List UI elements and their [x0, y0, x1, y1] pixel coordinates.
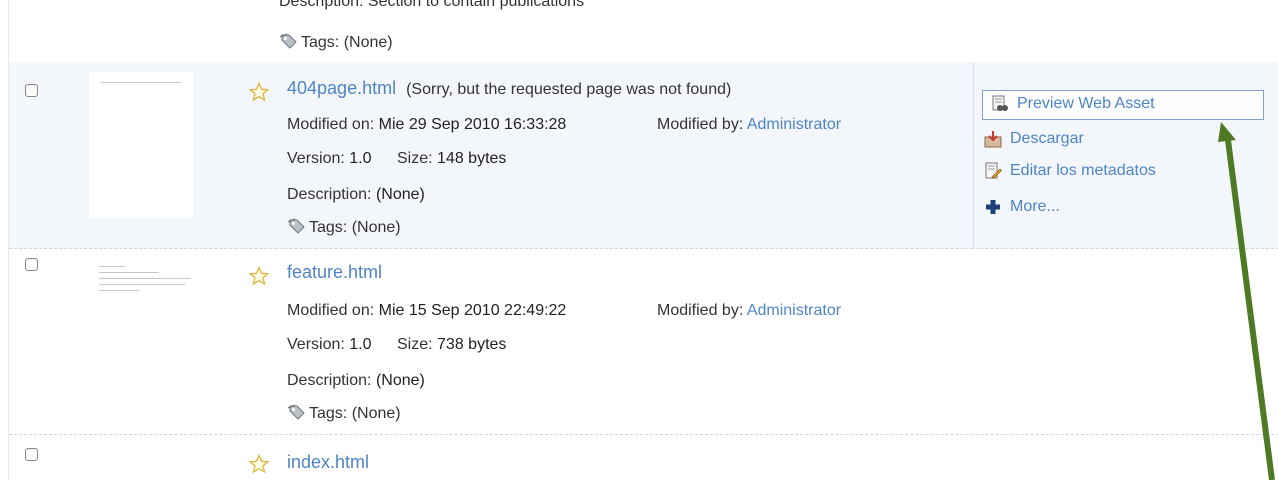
list-item[interactable]: index.html [9, 434, 1278, 494]
row-checkbox[interactable] [25, 448, 38, 461]
edit-metadata-icon [985, 162, 1002, 179]
row-checkbox[interactable] [25, 84, 38, 97]
modified-on: Modified on: Mie 15 Sep 2010 22:49:22 [287, 302, 567, 319]
download-icon [984, 131, 1002, 148]
tags-line: Tags: (None) [287, 403, 401, 423]
modified-by: Modified by: Administrator [657, 302, 842, 319]
version: Version: 1.0 [287, 150, 372, 167]
size: Size: 738 bytes [397, 336, 507, 353]
modified-by: Modified by: Administrator [657, 116, 842, 133]
page-thumbnail[interactable] [89, 264, 193, 300]
list-item-partial: Description: Section to contain publicat… [9, 0, 1278, 63]
modified-by-link[interactable]: Administrator [747, 116, 841, 133]
star-icon[interactable] [249, 454, 269, 474]
modified-by-link[interactable]: Administrator [747, 302, 841, 319]
description-partial: Description: Section to contain publicat… [279, 0, 585, 10]
plus-icon [986, 200, 1000, 214]
row-checkbox[interactable] [25, 258, 38, 271]
asset-subtitle: (Sorry, but the requested page was not f… [406, 81, 732, 98]
star-icon[interactable] [249, 82, 269, 102]
tag-icon [279, 33, 297, 49]
asset-title: index.html [287, 452, 369, 473]
asset-name-link[interactable]: feature.html [287, 262, 382, 282]
description: Description: (None) [287, 186, 425, 203]
asset-title: 404page.html (Sorry, but the requested pa… [287, 78, 731, 99]
tags-line: Tags: (None) [287, 217, 401, 237]
version: Version: 1.0 [287, 336, 372, 353]
asset-name-link[interactable]: index.html [287, 452, 369, 472]
asset-name-link[interactable]: 404page.html [287, 78, 396, 98]
tags-line: Tags: (None) [279, 32, 393, 52]
preview-icon [992, 95, 1008, 111]
size: Size: 148 bytes [397, 150, 507, 167]
star-icon[interactable] [249, 266, 269, 286]
list-item[interactable]: feature.html Modified on: Mie 15 Sep 201… [9, 248, 1278, 435]
asset-list: Description: Section to contain publicat… [8, 0, 1278, 480]
tag-icon [287, 218, 305, 234]
preview-web-asset-button[interactable]: Preview Web Asset [982, 90, 1264, 120]
row-actions: Preview Web Asset Descargar Editar los m… [973, 62, 1278, 248]
tag-icon [287, 404, 305, 420]
page-thumbnail[interactable] [89, 72, 193, 218]
asset-title: feature.html [287, 262, 382, 283]
description: Description: (None) [287, 372, 425, 389]
modified-on: Modified on: Mie 29 Sep 2010 16:33:28 [287, 116, 567, 133]
